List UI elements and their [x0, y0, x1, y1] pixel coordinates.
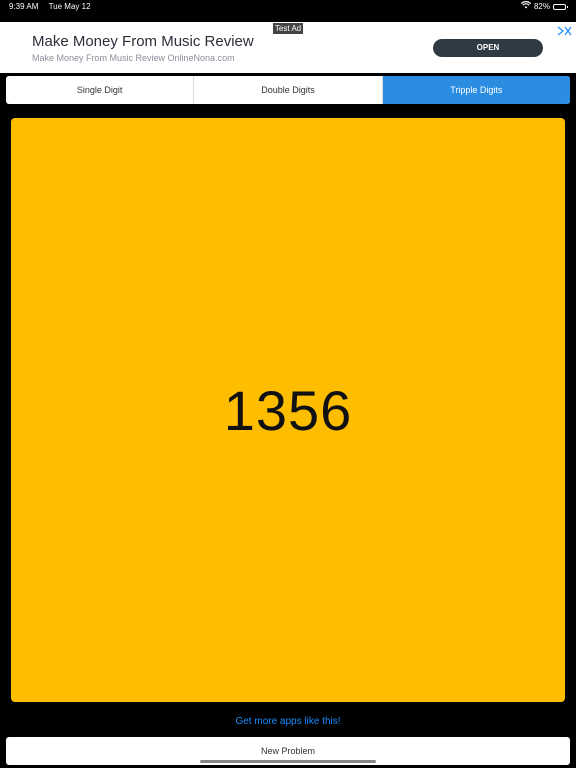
- battery-percent: 82%: [533, 2, 550, 11]
- status-date: Tue May 12: [48, 2, 91, 11]
- status-time: 9:39 AM: [9, 2, 39, 11]
- ad-title[interactable]: Make Money From Music Review: [32, 33, 254, 50]
- status-left: 9:39 AM Tue May 12: [9, 0, 91, 14]
- number-panel: 1356: [11, 118, 565, 702]
- home-indicator: [200, 760, 376, 763]
- status-bar: 9:39 AM Tue May 12 82%: [0, 0, 576, 14]
- status-right: 82%: [520, 0, 568, 14]
- tab-tripple-digits[interactable]: Tripple Digits: [382, 76, 570, 104]
- ad-choices-icon[interactable]: [556, 23, 572, 36]
- ad-open-button[interactable]: OPEN: [433, 39, 543, 57]
- tab-single-digit[interactable]: Single Digit: [6, 76, 195, 104]
- battery-icon: [553, 4, 568, 10]
- ad-subtitle[interactable]: Make Money From Music Review OnlineNona.…: [32, 53, 235, 63]
- wifi-icon: [520, 0, 532, 14]
- ad-tag: Test Ad: [273, 23, 303, 34]
- more-apps-link[interactable]: Get more apps like this!: [0, 716, 576, 727]
- problem-number: 1356: [223, 378, 353, 442]
- tab-double-digits[interactable]: Double Digits: [194, 76, 383, 104]
- digit-mode-selector: Single Digit Double Digits Tripple Digit…: [6, 76, 570, 104]
